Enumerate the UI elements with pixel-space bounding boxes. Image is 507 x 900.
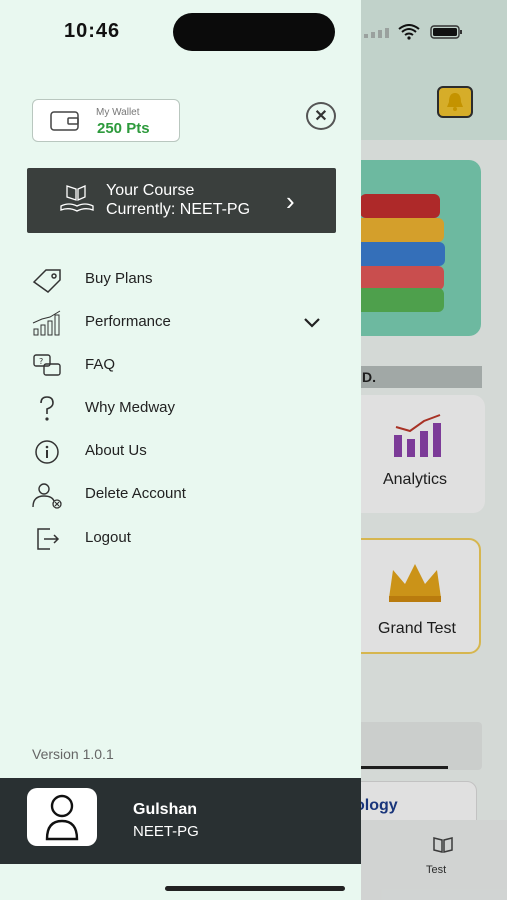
menu-label: Why Medway	[85, 399, 176, 416]
tag-icon	[32, 269, 61, 293]
avatar[interactable]	[27, 788, 97, 846]
info-icon	[35, 440, 59, 464]
wallet-label: My Wallet	[96, 107, 140, 118]
profile-name: Gulshan	[133, 801, 198, 818]
menu-label: Logout	[85, 529, 131, 546]
course-title: Your Course	[106, 182, 195, 199]
logout-icon	[37, 528, 60, 550]
wallet-icon	[50, 111, 79, 131]
menu-item-why-medway[interactable]: Why Medway	[30, 391, 330, 427]
menu-label: Buy Plans	[85, 270, 153, 287]
menu-item-faq[interactable]: ? FAQ	[30, 348, 330, 384]
app-version: Version 1.0.1	[32, 746, 114, 762]
wifi-icon	[398, 24, 420, 40]
profile-footer[interactable]: Gulshan NEET-PG	[0, 778, 361, 864]
dynamic-island	[173, 13, 335, 51]
bar-chart-icon	[32, 310, 61, 336]
chevron-right-icon: ›	[286, 186, 295, 216]
menu-label: Delete Account	[85, 485, 186, 502]
delete-user-icon	[32, 483, 62, 509]
close-icon[interactable]: ✕	[306, 102, 336, 130]
menu-item-logout[interactable]: Logout	[30, 521, 330, 557]
battery-icon	[430, 25, 462, 39]
open-book-hand-icon	[60, 185, 94, 212]
menu-label: FAQ	[85, 356, 116, 373]
course-subtitle: Currently: NEET-PG	[106, 201, 251, 218]
cellular-signal-icon	[364, 28, 389, 38]
chevron-down-icon[interactable]	[302, 317, 322, 329]
wallet-card[interactable]: My Wallet 250 Pts	[32, 99, 180, 142]
menu-label: Performance	[85, 313, 171, 330]
user-avatar-icon	[45, 794, 79, 841]
menu-item-performance[interactable]: Performance	[30, 305, 330, 341]
faq-icon: ?	[33, 354, 61, 376]
side-drawer: 10:46 My Wallet 250 Pts ✕ Your Course Cu…	[0, 0, 361, 900]
svg-text:?: ?	[39, 357, 43, 366]
your-course-card[interactable]: Your Course Currently: NEET-PG ›	[27, 168, 336, 233]
status-time: 10:46	[64, 20, 121, 42]
menu-item-delete-account[interactable]: Delete Account	[30, 477, 330, 513]
profile-course: NEET-PG	[133, 823, 199, 840]
wallet-points: 250 Pts	[97, 120, 150, 137]
menu-item-about-us[interactable]: About Us	[30, 434, 330, 470]
home-indicator	[165, 886, 345, 891]
question-icon	[40, 396, 54, 421]
menu-label: About Us	[85, 442, 147, 459]
menu-item-buy-plans[interactable]: Buy Plans	[30, 262, 330, 298]
